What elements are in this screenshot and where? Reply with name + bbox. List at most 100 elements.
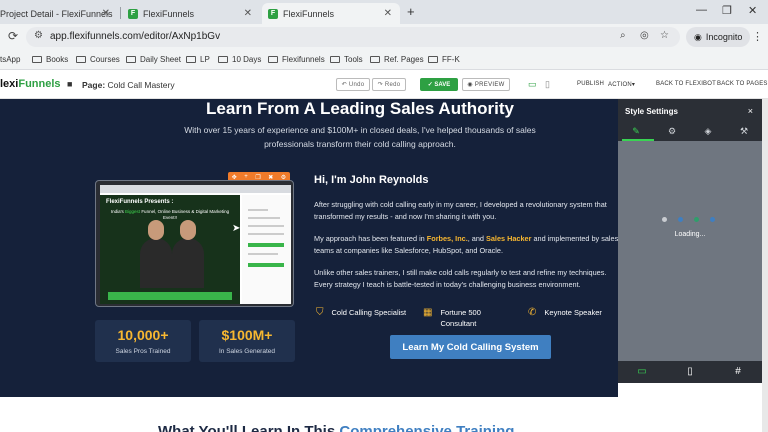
tab-project-detail[interactable]: Project Detail - FlexiFunnels ✕	[0, 3, 118, 24]
folder-icon	[186, 56, 196, 63]
bookmark-item[interactable]: Tools	[330, 55, 363, 64]
action-dropdown[interactable]: ACTION▾	[608, 81, 635, 88]
bookmark-label: 10 Days	[232, 55, 262, 64]
bio-paragraph-1[interactable]: After struggling with cold calling early…	[314, 199, 618, 222]
omnibox[interactable]: ⚙ app.flexifunnels.com/editor/AxNp1bGv ⌕…	[26, 27, 680, 47]
tab-layers[interactable]: ◈	[690, 126, 726, 137]
bookmark-label: FF-K	[442, 55, 460, 64]
highlight-forbes: Forbes, Inc.	[426, 234, 468, 243]
desktop-view-icon[interactable]: ▭	[528, 79, 537, 90]
save-button[interactable]: ✓ SAVE	[420, 78, 458, 91]
video-camera-icon[interactable]: ■	[67, 79, 72, 89]
video-thumbnail[interactable]: FlexiFunnels Presents : India's Biggest …	[100, 185, 291, 304]
tab-title: FlexiFunnels	[143, 8, 195, 19]
window-scrollbar[interactable]	[762, 99, 768, 432]
page-name: Cold Call Mastery	[107, 80, 175, 90]
publish-button[interactable]: PUBLISH	[577, 81, 604, 87]
headline-pre: India's	[110, 209, 124, 214]
bio-heading[interactable]: Hi, I'm John Reynolds	[314, 174, 428, 186]
incognito-badge[interactable]: ◉ Incognito	[686, 27, 751, 47]
tab-flexifunnels-active[interactable]: F FlexiFunnels ✕	[262, 3, 400, 24]
thumbnail-hero: FlexiFunnels Presents : India's Biggest …	[100, 195, 240, 304]
tab-advanced[interactable]: ⚒	[726, 126, 762, 137]
zoom-icon[interactable]: ⌕	[620, 30, 626, 41]
credential-badge[interactable]: ✆ Keynote Speaker	[528, 307, 602, 318]
folder-icon	[218, 56, 228, 63]
bookmark-item[interactable]: Books	[32, 55, 68, 64]
back-to-flexibot-button[interactable]: BACK TO FLEXIBOT	[656, 81, 716, 87]
hero-subtitle[interactable]: With over 15 years of experience and $10…	[160, 123, 560, 151]
close-tab-icon[interactable]: ✕	[102, 8, 110, 19]
url-text[interactable]: app.flexifunnels.com/editor/AxNp1bGv	[50, 31, 220, 42]
preview-button[interactable]: ◉ PREVIEW	[462, 78, 510, 91]
desktop-view-icon[interactable]: ▭	[618, 366, 666, 377]
close-window-button[interactable]: ✕	[748, 4, 757, 17]
undo-icon: ↶	[341, 82, 349, 88]
cta-button[interactable]: Learn My Cold Calling System	[390, 335, 551, 359]
brush-icon: ✎	[632, 126, 640, 136]
editor-canvas[interactable]: Learn From A Leading Sales Authority Wit…	[0, 99, 618, 397]
megaphone-icon: ✆	[528, 307, 537, 318]
redo-button[interactable]: ↷ Redo	[372, 78, 406, 91]
tab-flexifunnels[interactable]: F FlexiFunnels ✕	[122, 3, 260, 24]
undo-button[interactable]: ↶ Undo	[336, 78, 370, 91]
site-info-icon[interactable]: ⚙	[34, 30, 43, 41]
mobile-view-icon[interactable]: ▯	[666, 366, 714, 377]
restore-button[interactable]: ❐	[722, 4, 732, 17]
bookmark-item[interactable]: Courses	[76, 55, 120, 64]
credential-badge[interactable]: ⛉ Cold Calling Specialist	[316, 307, 406, 318]
spinner-dot	[662, 217, 667, 222]
form-button	[248, 263, 284, 267]
video-element[interactable]: FlexiFunnels Presents : India's Biggest …	[95, 180, 294, 307]
next-section[interactable]: What You'll Learn In This Comprehensive …	[0, 397, 618, 432]
minimize-button[interactable]: —	[696, 4, 707, 16]
tab-style-brush[interactable]: ✎	[618, 126, 654, 137]
stat-card[interactable]: $100M+ In Sales Generated	[199, 320, 295, 362]
page-name-label: Page: Cold Call Mastery	[82, 80, 175, 90]
tab-divider	[120, 7, 121, 19]
close-tab-icon[interactable]: ✕	[244, 8, 252, 19]
hero-title[interactable]: Learn From A Leading Sales Authority	[0, 99, 618, 119]
credential-badge[interactable]: ▦ Fortune 500 Consultant	[423, 307, 513, 329]
bookmark-label: Daily Sheet	[140, 55, 181, 64]
speaker-head	[148, 220, 164, 240]
close-icon[interactable]: ×	[748, 106, 753, 116]
shield-check-icon: ⛉	[316, 307, 324, 318]
folder-icon	[126, 56, 136, 63]
bookmark-item[interactable]: FF-K	[428, 55, 460, 64]
form-line	[248, 209, 268, 211]
hash-icon[interactable]: #	[714, 366, 762, 377]
bookmark-item[interactable]: tsApp	[0, 55, 20, 64]
bookmark-item[interactable]: 10 Days	[218, 55, 261, 64]
mobile-view-icon[interactable]: ▯	[545, 79, 550, 90]
thumbnail-headline: India's Biggest Funnel, Online Business …	[108, 209, 232, 221]
spinner-dot	[694, 217, 699, 222]
redo-icon: ↷	[377, 82, 385, 88]
stat-card[interactable]: 10,000+ Sales Pros Trained	[95, 320, 191, 362]
loading-spinner	[662, 217, 722, 225]
bookmark-item[interactable]: LP	[186, 55, 210, 64]
bookmark-star-icon[interactable]: ☆	[660, 30, 669, 41]
bookmark-label: tsApp	[0, 55, 21, 64]
folder-icon	[32, 56, 42, 63]
browser-menu-icon[interactable]: ⋮	[752, 30, 763, 43]
tab-settings[interactable]: ⚙	[654, 126, 690, 137]
panel-device-bar: ▭ ▯ #	[618, 361, 762, 383]
preview-label: PREVIEW	[474, 81, 505, 88]
bio-paragraph-2[interactable]: My approach has been featured in Forbes,…	[314, 233, 618, 256]
back-to-pages-button[interactable]: BACK TO PAGES	[717, 81, 768, 87]
bio-paragraph-3[interactable]: Unlike other sales trainers, I still mak…	[314, 267, 618, 290]
no-tracking-icon[interactable]: ◎	[640, 30, 649, 41]
bookmark-item[interactable]: Daily Sheet	[126, 55, 181, 64]
panel-underlay	[618, 383, 762, 432]
bookmark-item[interactable]: Flexifunnels	[268, 55, 325, 64]
new-tab-button[interactable]: +	[407, 4, 415, 19]
reload-icon[interactable]: ⟳	[8, 29, 18, 43]
bookmarks-bar: tsApp Books Courses Daily Sheet LP 10 Da…	[0, 50, 768, 70]
form-line	[248, 217, 280, 219]
bookmark-item[interactable]: Ref. Pages	[370, 55, 424, 64]
thumbnail-form-panel	[242, 195, 291, 304]
close-tab-icon[interactable]: ✕	[384, 8, 392, 19]
section-title[interactable]: What You'll Learn In This Comprehensive …	[158, 423, 514, 432]
bookmark-label: Ref. Pages	[384, 55, 424, 64]
